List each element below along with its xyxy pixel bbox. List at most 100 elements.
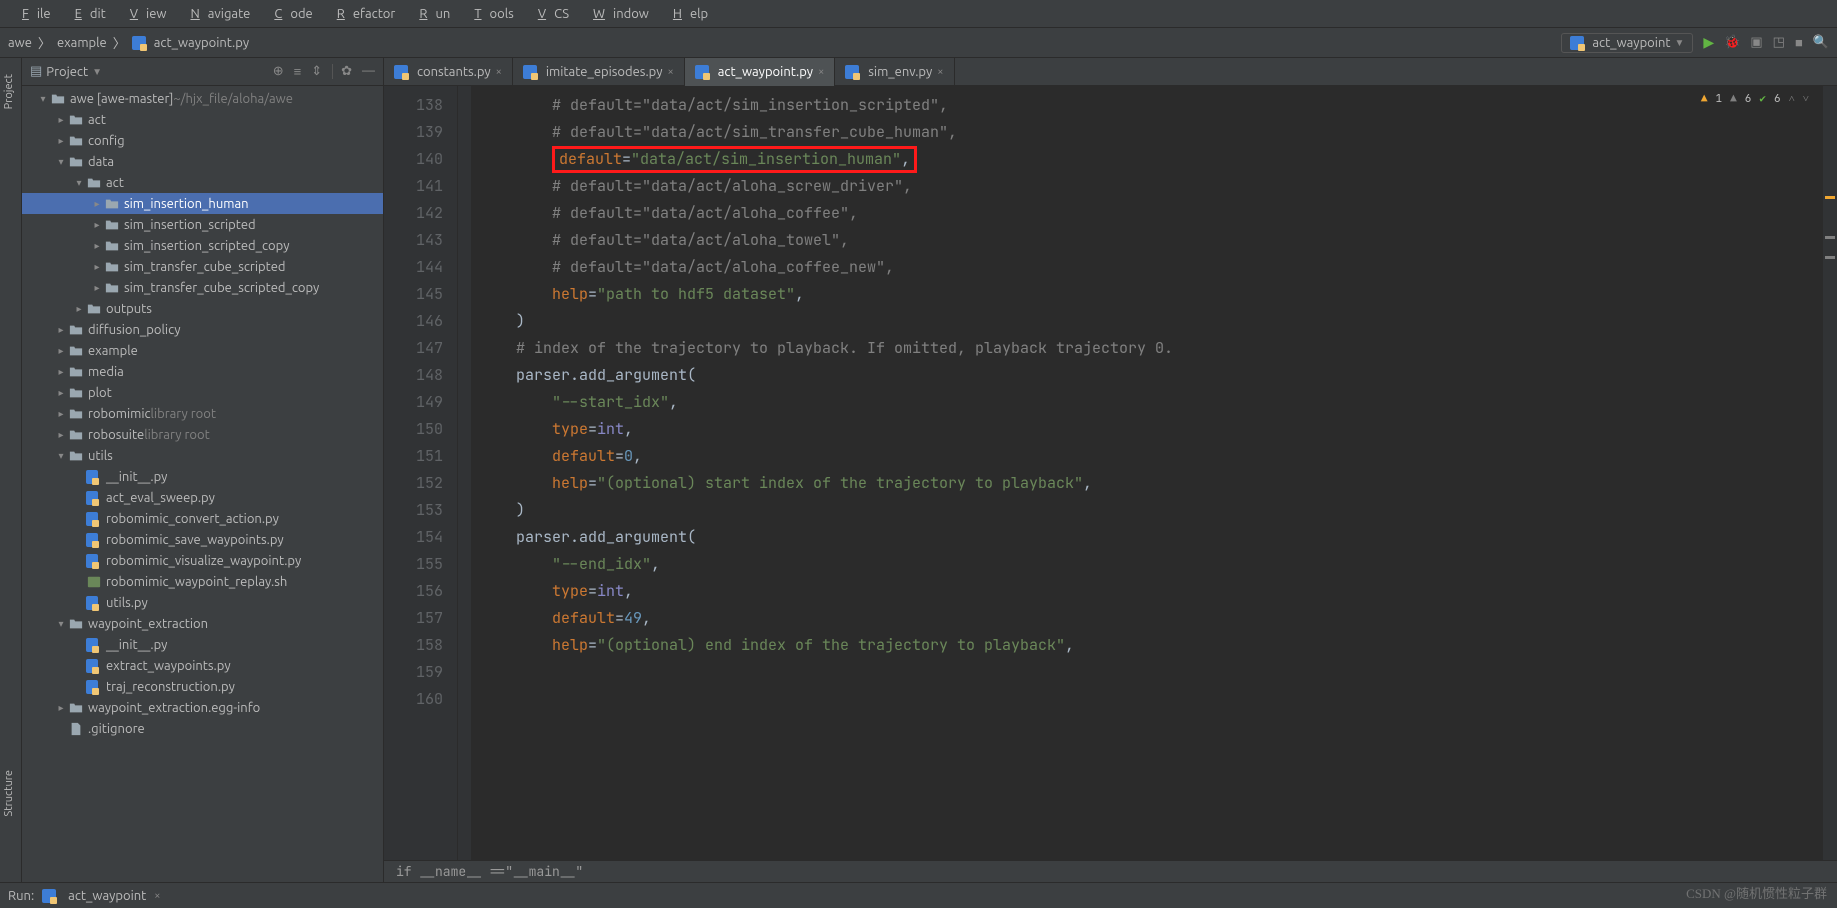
tree-item[interactable]: ▸sim_transfer_cube_scripted [22, 256, 383, 277]
code-content[interactable]: # default="data/act/sim_insertion_script… [472, 86, 1823, 882]
tree-arrow[interactable]: ▾ [54, 156, 68, 168]
tree-arrow[interactable]: ▾ [72, 177, 86, 189]
breadcrumb-item[interactable]: act_waypoint.py [154, 36, 249, 50]
tree-arrow[interactable]: ▸ [54, 387, 68, 399]
menu-navigate[interactable]: Navigate [174, 3, 258, 25]
python-icon [86, 533, 102, 547]
collapse-icon[interactable]: ⇕ [311, 64, 322, 79]
settings-icon[interactable]: ✿ [332, 64, 352, 79]
tree-arrow[interactable]: ▾ [54, 450, 68, 462]
run-tool-file[interactable]: act_waypoint [68, 889, 146, 903]
stop-button[interactable]: ■ [1795, 35, 1803, 50]
tree-arrow[interactable]: ▸ [54, 135, 68, 147]
tree-item[interactable]: ▸sim_insertion_human [22, 193, 383, 214]
tree-arrow[interactable]: ▸ [54, 366, 68, 378]
editor-tab[interactable]: act_waypoint.py× [685, 58, 836, 86]
fold-gutter[interactable] [458, 86, 472, 882]
tree-item[interactable]: __init__.py [22, 634, 383, 655]
menu-run[interactable]: Run [403, 3, 458, 25]
error-stripe[interactable] [1823, 86, 1837, 882]
tree-item[interactable]: ▾utils [22, 445, 383, 466]
tree-arrow[interactable]: ▸ [90, 219, 104, 231]
tree-item[interactable]: ▾waypoint_extraction [22, 613, 383, 634]
breadcrumb-item[interactable]: awe [8, 36, 32, 50]
structure-tool-tab[interactable]: Structure [0, 764, 18, 823]
menu-edit[interactable]: Edit [59, 3, 114, 25]
tree-item[interactable]: ▸robosuite library root [22, 424, 383, 445]
tree-arrow[interactable]: ▸ [72, 303, 86, 315]
tree-item[interactable]: ▾act [22, 172, 383, 193]
menu-view[interactable]: View [114, 3, 175, 25]
tree-item[interactable]: robomimic_convert_action.py [22, 508, 383, 529]
tree-item[interactable]: robomimic_visualize_waypoint.py [22, 550, 383, 571]
tree-item[interactable]: ▸robomimic library root [22, 403, 383, 424]
tree-item[interactable]: ▸outputs [22, 298, 383, 319]
breadcrumb-item[interactable]: example [57, 36, 107, 50]
profile-button[interactable]: ◳ [1773, 35, 1785, 50]
menu-refactor[interactable]: Refactor [321, 3, 404, 25]
tree-item[interactable]: ▸diffusion_policy [22, 319, 383, 340]
close-icon[interactable]: × [818, 66, 824, 78]
tree-item[interactable]: ▸ waypoint_extraction.egg-info [22, 697, 383, 718]
close-icon[interactable]: × [668, 66, 674, 78]
close-icon[interactable]: × [937, 66, 943, 78]
debug-button[interactable]: 🐞 [1724, 35, 1740, 50]
tree-item[interactable]: extract_waypoints.py [22, 655, 383, 676]
tree-label: waypoint_extraction.egg-info [88, 701, 260, 715]
run-button[interactable]: ▶ [1703, 34, 1714, 51]
close-icon[interactable]: × [154, 890, 160, 902]
tree-item[interactable]: ▸act [22, 109, 383, 130]
tree-item[interactable]: ▾data [22, 151, 383, 172]
editor-tab[interactable]: constants.py× [384, 58, 513, 86]
run-config-selector[interactable]: act_waypoint ▼ [1561, 33, 1693, 53]
tree-item[interactable]: ▾awe [awe-master] ~/hjx_file/aloha/awe [22, 88, 383, 109]
menu-help[interactable]: Help [657, 3, 716, 25]
close-icon[interactable]: × [496, 66, 502, 78]
tree-arrow[interactable]: ▸ [90, 198, 104, 210]
inspection-widget[interactable]: ▲1 ▲6 ✔6 ˄ ˅ [1695, 90, 1815, 108]
tree-arrow[interactable]: ▸ [54, 429, 68, 441]
tree-arrow[interactable]: ▸ [54, 324, 68, 336]
locate-icon[interactable]: ⊕ [273, 64, 284, 79]
editor-tab[interactable]: imitate_episodes.py× [513, 58, 685, 86]
tree-item[interactable]: .gitignore [22, 718, 383, 739]
tree-item[interactable]: robomimic_save_waypoints.py [22, 529, 383, 550]
tree-item[interactable]: ▸example [22, 340, 383, 361]
tree-arrow[interactable]: ▸ [54, 114, 68, 126]
tree-arrow[interactable]: ▸ [90, 240, 104, 252]
tree-item[interactable]: traj_reconstruction.py [22, 676, 383, 697]
menu-window[interactable]: Window [577, 3, 657, 25]
menu-vcs[interactable]: VCS [522, 3, 577, 25]
tree-arrow[interactable]: ▸ [54, 345, 68, 357]
tree-arrow[interactable]: ▸ [90, 282, 104, 294]
tree-item[interactable]: ▸sim_insertion_scripted [22, 214, 383, 235]
editor-tab[interactable]: sim_env.py× [835, 58, 954, 86]
tree-arrow[interactable]: ▸ [90, 261, 104, 273]
run-tool-label[interactable]: Run: [8, 889, 34, 903]
tree-arrow[interactable]: ▸ [54, 702, 68, 714]
project-tool-tab[interactable]: Project [0, 68, 18, 115]
menu-tools[interactable]: Tools [458, 3, 522, 25]
chevron-down-icon[interactable]: ▼ [92, 66, 102, 78]
tree-item[interactable]: robomimic_waypoint_replay.sh [22, 571, 383, 592]
tree-item[interactable]: ▸sim_insertion_scripted_copy [22, 235, 383, 256]
tree-item[interactable]: utils.py [22, 592, 383, 613]
menu-file[interactable]: File [6, 3, 59, 25]
menu-code[interactable]: Code [258, 3, 320, 25]
tree-arrow[interactable]: ▾ [54, 618, 68, 630]
editor-breadcrumb[interactable]: if __name__ =="__main__" [384, 860, 1837, 882]
editor[interactable]: 1381391401411421431441451461471481491501… [384, 86, 1837, 882]
tree-item[interactable]: ▸sim_transfer_cube_scripted_copy [22, 277, 383, 298]
project-tree[interactable]: ▾awe [awe-master] ~/hjx_file/aloha/awe▸a… [22, 86, 383, 882]
tree-arrow[interactable]: ▾ [36, 93, 50, 105]
tree-item[interactable]: ▸config [22, 130, 383, 151]
tree-item[interactable]: ▸media [22, 361, 383, 382]
tree-item[interactable]: ▸plot [22, 382, 383, 403]
coverage-button[interactable]: ▣ [1750, 35, 1762, 50]
search-everywhere-icon[interactable]: 🔍 [1813, 35, 1829, 50]
tree-item[interactable]: __init__.py [22, 466, 383, 487]
tree-item[interactable]: act_eval_sweep.py [22, 487, 383, 508]
hide-icon[interactable]: — [362, 64, 375, 79]
tree-arrow[interactable]: ▸ [54, 408, 68, 420]
expand-icon[interactable]: ≡ [294, 64, 302, 79]
